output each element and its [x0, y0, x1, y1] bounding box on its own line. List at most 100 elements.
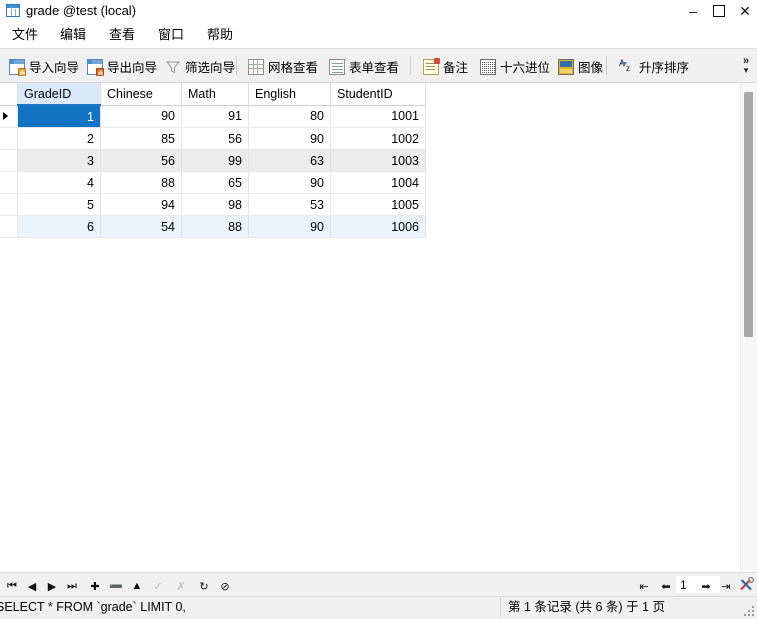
cell-english[interactable]: 90: [248, 127, 331, 150]
apply-changes-button[interactable]: ✓: [148, 575, 168, 597]
stop-button[interactable]: ⊘: [215, 575, 235, 597]
cell-chinese[interactable]: 94: [100, 193, 182, 216]
status-bar: SELECT * FROM `grade` LIMIT 0, 第 1 条记录 (…: [0, 596, 757, 619]
hex-button[interactable]: 十六进位: [475, 53, 555, 80]
tools-icon[interactable]: [738, 576, 755, 593]
sort-asc-label: 升序排序: [639, 61, 690, 75]
cell-gradeid[interactable]: 2: [17, 127, 101, 150]
cell-gradeid[interactable]: 3: [17, 149, 101, 172]
nav-last-record[interactable]: ⏭: [62, 575, 82, 597]
image-button[interactable]: 图像: [553, 53, 608, 80]
cell-chinese[interactable]: 54: [100, 215, 182, 238]
cell-studentid[interactable]: 1005: [330, 193, 426, 216]
row-indicator: [0, 149, 18, 172]
sort-asc-button[interactable]: Az 升序排序: [614, 53, 694, 80]
column-header-gradeid[interactable]: GradeID: [17, 83, 101, 106]
menu-bar: 文件 编辑 查看 窗口 帮助: [0, 22, 757, 48]
column-header-chinese[interactable]: Chinese: [100, 83, 182, 106]
table-row[interactable]: 2 85 56 90 1002: [0, 127, 426, 150]
table-row[interactable]: 1 90 91 80 1001: [0, 105, 426, 128]
cell-chinese[interactable]: 85: [100, 127, 182, 150]
image-label: 图像: [578, 61, 604, 75]
grid-view-label: 网格查看: [268, 61, 319, 75]
table-row[interactable]: 6 54 88 90 1006: [0, 215, 426, 238]
nav-prev-record[interactable]: ◀: [22, 575, 42, 597]
cell-chinese[interactable]: 90: [100, 105, 182, 128]
cell-math[interactable]: 99: [181, 149, 249, 172]
cell-math[interactable]: 88: [181, 215, 249, 238]
row-indicator: [0, 193, 18, 216]
record-count-text: 第 1 条记录 (共 6 条) 于 1 页: [508, 600, 665, 614]
filter-wizard-label: 筛选向导: [185, 61, 236, 75]
grid-view-button[interactable]: 网格查看: [243, 53, 323, 80]
form-view-button[interactable]: 表单查看: [324, 53, 404, 80]
filter-wizard-button[interactable]: 筛选向导: [160, 53, 240, 80]
cell-gradeid[interactable]: 1: [17, 105, 101, 128]
table-row[interactable]: 3 56 99 63 1003: [0, 149, 426, 172]
export-wizard-button[interactable]: 导出向导: [82, 53, 162, 80]
column-header-studentid[interactable]: StudentID: [330, 83, 426, 106]
grid-view-icon: [248, 58, 264, 75]
cell-english[interactable]: 80: [248, 105, 331, 128]
cell-english[interactable]: 53: [248, 193, 331, 216]
cell-english[interactable]: 90: [248, 215, 331, 238]
column-header-english[interactable]: English: [248, 83, 331, 106]
menu-file[interactable]: 文件: [6, 22, 44, 48]
column-header-math[interactable]: Math: [181, 83, 249, 106]
chevron-down-icon: ▾: [743, 65, 749, 75]
menu-edit[interactable]: 编辑: [54, 22, 92, 48]
sql-statement-text: SELECT * FROM `grade` LIMIT 0,: [0, 597, 501, 618]
page-first-button[interactable]: ⇤: [634, 575, 654, 597]
cell-chinese[interactable]: 56: [100, 149, 182, 172]
cell-gradeid[interactable]: 6: [17, 215, 101, 238]
page-next-button[interactable]: ➡: [696, 575, 716, 597]
resize-grip[interactable]: [744, 606, 754, 616]
cell-studentid[interactable]: 1003: [330, 149, 426, 172]
cell-chinese[interactable]: 88: [100, 171, 182, 194]
window-title: grade @test (local): [26, 3, 137, 18]
table-row[interactable]: 5 94 98 53 1005: [0, 193, 426, 216]
menu-help[interactable]: 帮助: [201, 22, 239, 48]
edit-record-button[interactable]: ▲: [127, 575, 147, 597]
export-wizard-label: 导出向导: [107, 61, 158, 75]
cancel-changes-button[interactable]: ✗: [171, 575, 191, 597]
page-prev-button[interactable]: ⬅: [656, 575, 676, 597]
form-view-icon: [329, 58, 345, 75]
memo-button[interactable]: 备注: [418, 53, 473, 80]
toolbar-separator: [606, 56, 607, 75]
cell-studentid[interactable]: 1004: [330, 171, 426, 194]
grid-corner-cell: [0, 83, 18, 106]
menu-window[interactable]: 窗口: [152, 22, 190, 48]
scrollbar-thumb[interactable]: [744, 92, 753, 337]
menu-view[interactable]: 查看: [103, 22, 141, 48]
cell-studentid[interactable]: 1001: [330, 105, 426, 128]
cell-math[interactable]: 65: [181, 171, 249, 194]
row-indicator: [0, 215, 18, 238]
cell-math[interactable]: 56: [181, 127, 249, 150]
cell-studentid[interactable]: 1002: [330, 127, 426, 150]
cell-studentid[interactable]: 1006: [330, 215, 426, 238]
nav-next-record[interactable]: ▶: [42, 575, 62, 597]
cell-math[interactable]: 91: [181, 105, 249, 128]
delete-record-button[interactable]: ➖: [106, 575, 126, 597]
cell-math[interactable]: 98: [181, 193, 249, 216]
nav-first-record[interactable]: ⏮: [2, 575, 22, 597]
cell-english[interactable]: 90: [248, 171, 331, 194]
data-grid[interactable]: GradeID Chinese Math English StudentID 1…: [0, 83, 757, 570]
import-wizard-button[interactable]: 导入向导: [4, 53, 84, 80]
add-record-button[interactable]: ✚: [85, 575, 105, 597]
row-indicator: [0, 105, 18, 128]
title-bar: grade @test (local) – ✕: [0, 0, 757, 23]
close-button[interactable]: ✕: [730, 0, 757, 22]
table-row[interactable]: 4 88 65 90 1004: [0, 171, 426, 194]
cell-gradeid[interactable]: 5: [17, 193, 101, 216]
page-last-button[interactable]: ⇥: [716, 575, 736, 597]
form-view-label: 表单查看: [349, 61, 400, 75]
cell-english[interactable]: 63: [248, 149, 331, 172]
vertical-scrollbar[interactable]: [740, 83, 757, 570]
refresh-button[interactable]: ↻: [194, 575, 214, 597]
cell-gradeid[interactable]: 4: [17, 171, 101, 194]
import-wizard-icon: [9, 58, 26, 76]
toolbar: 导入向导 导出向导 筛选向导 网格查看 表单查看 备注 十六进位 图像 A z …: [0, 48, 757, 83]
toolbar-overflow-button[interactable]: » ▾: [737, 51, 755, 80]
